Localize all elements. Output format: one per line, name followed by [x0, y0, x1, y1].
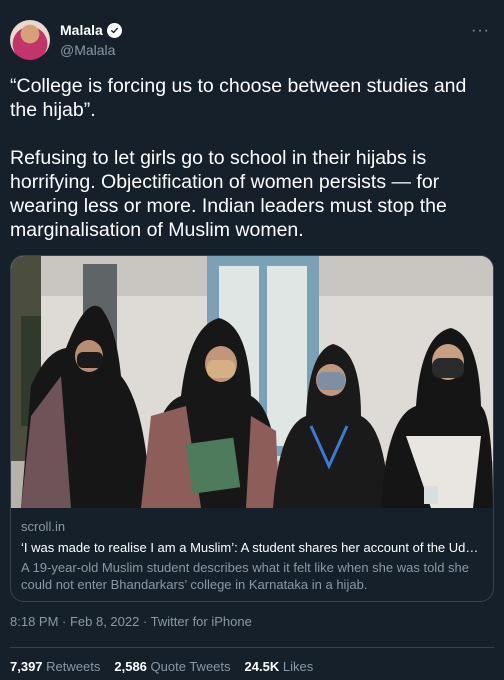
author-name-row: Malala — [60, 22, 122, 38]
tweet-timestamp[interactable]: 8:18 PM · Feb 8, 2022 · Twitter for iPho… — [10, 614, 252, 629]
stat-count: 7,397 — [10, 659, 43, 674]
stat-count: 24.5K — [244, 659, 280, 674]
stat-count: 2,586 — [114, 659, 147, 674]
more-options-icon[interactable]: ··· — [471, 22, 490, 40]
link-card-image[interactable] — [11, 256, 493, 508]
link-card-title[interactable]: ‘I was made to realise I am a Muslim’: A… — [21, 539, 483, 557]
divider — [10, 647, 494, 648]
tweet-text-paragraph: “College is forcing us to choose between… — [10, 75, 467, 121]
stat-label: Quote Tweets — [150, 659, 231, 674]
link-card-info: scroll.in ‘I was made to realise I am a … — [21, 518, 483, 593]
stat-label: Likes — [282, 659, 314, 674]
tweet-stats: 7,397 Retweets 2,586 Quote Tweets 24.5K … — [10, 659, 313, 674]
students-photo — [11, 256, 493, 508]
link-card-domain: scroll.in — [21, 519, 66, 534]
tweet-text: “College is forcing us to choose between… — [10, 74, 494, 266]
verified-badge-icon — [106, 22, 122, 38]
link-card-description: A 19-year-old Muslim student describes w… — [21, 560, 469, 592]
stat-retweets[interactable]: 7,397 Retweets — [10, 659, 100, 674]
author-handle[interactable]: @Malala — [60, 42, 115, 58]
author-display-name[interactable]: Malala — [60, 22, 103, 38]
stat-likes[interactable]: 24.5K Likes — [245, 659, 314, 674]
tweet-header: Malala @Malala ··· — [10, 20, 494, 64]
stat-label: Retweets — [46, 659, 101, 674]
link-card[interactable]: scroll.in ‘I was made to realise I am a … — [10, 255, 494, 602]
avatar[interactable] — [10, 20, 50, 60]
stat-quote-tweets[interactable]: 2,586 Quote Tweets — [114, 659, 230, 674]
tweet-text-paragraph: Refusing to let girls go to school in th… — [10, 147, 447, 241]
